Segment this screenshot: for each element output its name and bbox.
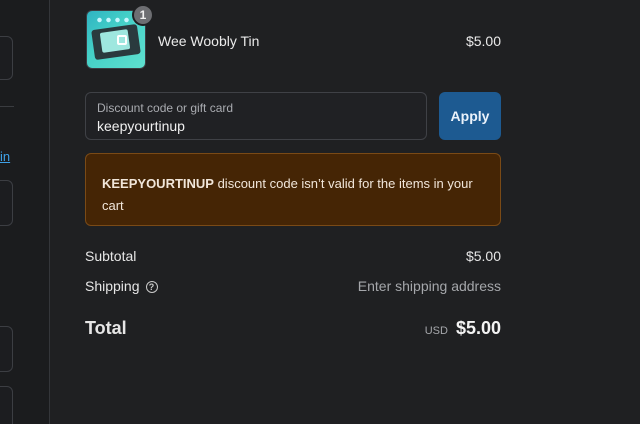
total-amount: $5.00 <box>455 318 501 338</box>
line-item: 1 Wee Woobly Tin $5.00 <box>85 4 501 70</box>
left-column: in <box>0 0 50 424</box>
subtotal-label: Subtotal <box>85 248 137 264</box>
subtotal-value: $5.00 <box>465 248 501 264</box>
apply-button[interactable]: Apply <box>439 92 501 140</box>
left-sign-in-link[interactable]: in <box>0 149 10 164</box>
discount-error-message: KEEPYOURTINUP discount code isn’t valid … <box>85 153 501 226</box>
product-name: Wee Woobly Tin <box>158 33 260 49</box>
shipping-label: Shipping <box>85 278 140 294</box>
currency-code: USD <box>424 325 448 337</box>
discount-code-field[interactable]: Discount code or gift card keepyourtinup <box>85 92 427 140</box>
quantity-badge: 1 <box>132 4 154 26</box>
discount-field-label: Discount code or gift card <box>97 101 234 115</box>
order-summary: 1 Wee Woobly Tin $5.00 Discount code or … <box>85 0 501 424</box>
shipping-label-group: Shipping? <box>85 278 158 294</box>
shipping-value: Enter shipping address <box>357 278 501 294</box>
left-divider <box>0 106 14 107</box>
left-field-partial[interactable] <box>0 180 13 226</box>
discount-field-value[interactable]: keepyourtinup <box>97 118 185 134</box>
left-field-partial[interactable] <box>0 386 13 424</box>
error-code: KEEPYOURTINUP <box>102 176 214 191</box>
product-price: $5.00 <box>465 33 501 49</box>
help-icon[interactable]: ? <box>145 281 158 293</box>
total-value-group: USD $5.00 <box>425 318 501 339</box>
left-field-partial[interactable] <box>0 326 13 372</box>
left-field-partial[interactable] <box>0 36 13 80</box>
total-label: Total <box>85 318 127 338</box>
lock-icon <box>117 35 127 45</box>
